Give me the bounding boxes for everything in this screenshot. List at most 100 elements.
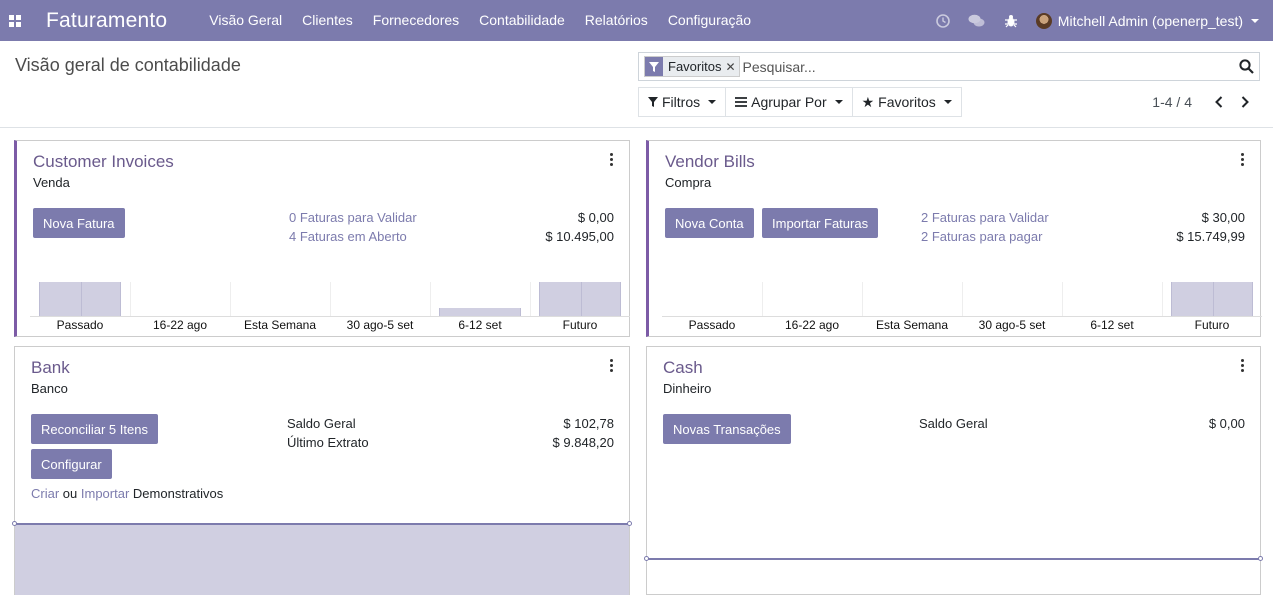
chart-bar[interactable] <box>539 282 621 316</box>
new-invoice-button[interactable]: Nova Fatura <box>33 208 125 238</box>
page-title: Visão geral de contabilidade <box>15 55 241 75</box>
pager-value[interactable]: 1-4 / 4 <box>1152 94 1192 110</box>
search-facet: Favoritos ✕ <box>644 56 740 77</box>
menu-item-reports[interactable]: Relatórios <box>575 0 658 41</box>
app-brand[interactable]: Faturamento <box>46 9 167 33</box>
user-name: Mitchell Admin (openerp_test) <box>1057 12 1243 29</box>
chart-gridline <box>530 282 531 316</box>
stat-link[interactable]: 0 Faturas para Validar <box>289 210 417 225</box>
stat-value: $ 9.848,20 <box>552 435 614 450</box>
filters-button[interactable]: Filtros <box>638 87 727 117</box>
chat-icon[interactable] <box>960 0 994 41</box>
search-input[interactable] <box>742 55 1223 78</box>
stat-link[interactable]: 2 Faturas para Validar <box>921 210 1049 225</box>
or-text: ou <box>62 486 78 501</box>
configure-button[interactable]: Configurar <box>31 449 112 479</box>
sales-bar-chart: Passado 16-22 ago Esta Semana 30 ago-5 set 6… <box>30 282 630 332</box>
chart-tick-label: 16-22 ago <box>784 318 840 332</box>
chart-tick-label: Futuro <box>1194 318 1230 332</box>
caret-down-icon <box>834 100 843 104</box>
card-title[interactable]: Bank <box>31 358 70 378</box>
chart-bar[interactable] <box>39 282 121 316</box>
search-icon[interactable] <box>1239 59 1254 77</box>
chart-point <box>12 521 17 526</box>
stat-link[interactable]: 4 Faturas em Aberto <box>289 229 407 244</box>
chart-point <box>1258 556 1263 561</box>
filter-icon <box>648 97 658 107</box>
caret-down-icon <box>708 100 717 104</box>
menu-item-configuration[interactable]: Configuração <box>658 0 761 41</box>
chart-bar[interactable] <box>1171 282 1253 316</box>
kebab-menu-icon[interactable] <box>610 359 614 372</box>
chart-tick-label: 6-12 set <box>1090 318 1134 332</box>
bug-icon[interactable] <box>994 0 1028 41</box>
chart-gridline <box>330 282 331 316</box>
menu-item-accounting[interactable]: Contabilidade <box>469 0 575 41</box>
reconcile-button[interactable]: Reconciliar 5 Itens <box>31 414 158 444</box>
chart-tick-label: Passado <box>688 318 736 332</box>
close-icon[interactable]: ✕ <box>725 60 738 74</box>
star-icon: ★ <box>861 93 875 110</box>
main-menu: Visão Geral Clientes Fornecedores Contab… <box>199 0 761 41</box>
search-bar: Favoritos ✕ <box>638 52 1260 81</box>
stat-value: $ 10.495,00 <box>545 229 614 244</box>
card-title[interactable]: Cash <box>663 358 703 378</box>
kebab-menu-icon[interactable] <box>1241 359 1245 372</box>
chart-gridline <box>130 282 131 316</box>
stat-link[interactable]: 2 Faturas para pagar <box>921 229 1042 244</box>
chart-gridline <box>230 282 231 316</box>
navbar-systray: Mitchell Admin (openerp_test) <box>926 0 1273 41</box>
kebab-menu-icon[interactable] <box>610 153 614 166</box>
menu-item-vendors[interactable]: Fornecedores <box>363 0 469 41</box>
chart-gridline <box>962 282 963 316</box>
chart-tick-label: Esta Semana <box>243 318 317 332</box>
statements-text: Demonstrativos <box>132 486 224 501</box>
import-invoices-button[interactable]: Importar Faturas <box>762 208 879 238</box>
clock-icon[interactable] <box>926 0 960 41</box>
chart-axis <box>662 316 1262 317</box>
apps-menu-icon[interactable] <box>0 0 30 41</box>
chart-point <box>627 521 632 526</box>
chart-bar-divider <box>81 282 82 316</box>
new-bill-button[interactable]: Nova Conta <box>665 208 754 238</box>
chart-tick-label: 16-22 ago <box>152 318 208 332</box>
chevron-right-icon[interactable] <box>1232 96 1258 108</box>
stat-value: $ 0,00 <box>577 210 614 225</box>
menu-item-overview[interactable]: Visão Geral <box>199 0 292 41</box>
favorites-label: Favoritos <box>878 94 936 110</box>
chart-gridline <box>862 282 863 316</box>
card-title[interactable]: Customer Invoices <box>33 152 174 172</box>
chart-gridline <box>1062 282 1063 316</box>
kebab-menu-icon[interactable] <box>1241 153 1245 166</box>
group-by-button[interactable]: Agrupar Por <box>725 87 853 117</box>
chart-tick-label: Passado <box>56 318 104 332</box>
card-title[interactable]: Vendor Bills <box>665 152 755 172</box>
stat-label: Último Extrato <box>287 435 369 450</box>
chart-bar[interactable] <box>439 307 521 316</box>
user-menu[interactable]: Mitchell Admin (openerp_test) <box>1028 12 1273 29</box>
card-subtitle: Compra <box>665 175 712 190</box>
journal-card-purchase: Vendor Bills Compra Nova Conta Importar … <box>646 140 1262 337</box>
chevron-left-icon[interactable] <box>1206 96 1232 108</box>
chart-axis <box>30 316 630 317</box>
chart-tick-label: Futuro <box>562 318 598 332</box>
chart-tick-label: 30 ago-5 set <box>346 318 414 332</box>
chart-point <box>644 556 649 561</box>
facet-label: Favoritos <box>668 59 722 74</box>
list-icon <box>735 97 748 107</box>
chart-tick-label: 6-12 set <box>458 318 502 332</box>
statement-actions: Criar ou Importar Demonstrativos <box>31 486 223 501</box>
stat-label: Saldo Geral <box>919 416 988 431</box>
create-link[interactable]: Criar <box>31 486 59 501</box>
menu-item-customers[interactable]: Clientes <box>292 0 363 41</box>
chart-gridline <box>762 282 763 316</box>
stat-value: $ 30,00 <box>1201 210 1245 225</box>
import-link[interactable]: Importar <box>81 486 129 501</box>
caret-down-icon <box>943 100 952 104</box>
chart-gridline <box>1162 282 1163 316</box>
new-transactions-button[interactable]: Novas Transações <box>663 414 791 444</box>
caret-down-icon <box>1251 18 1259 23</box>
favorites-button[interactable]: ★ Favoritos <box>851 87 962 117</box>
journal-card-sales: Customer Invoices Venda Nova Fatura 0 Fa… <box>14 140 630 337</box>
stat-value: $ 0,00 <box>1208 416 1245 431</box>
